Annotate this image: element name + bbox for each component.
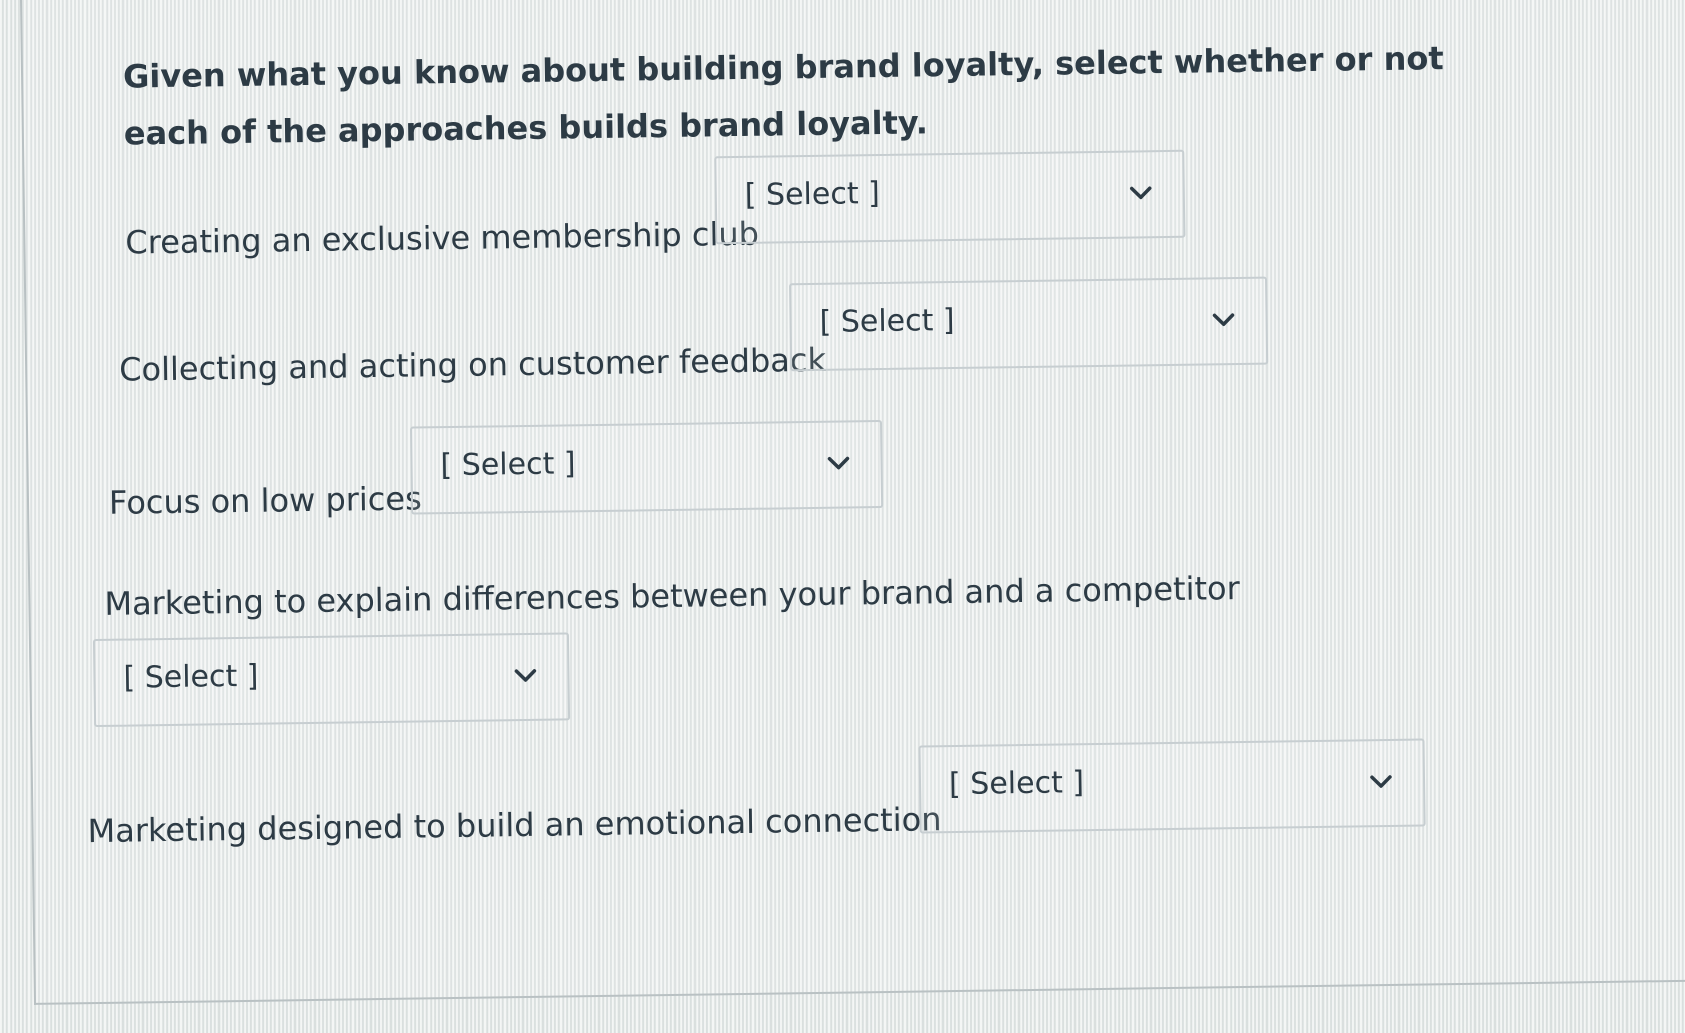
chevron-down-icon: [827, 456, 850, 470]
answer-select-membership-club[interactable]: [ Select ]: [714, 149, 1186, 245]
item-label: Marketing designed to build an emotional…: [87, 800, 942, 851]
select-value: [ Select ]: [440, 446, 576, 484]
select-value: [ Select ]: [948, 765, 1085, 803]
item-label: Marketing to explain differences between…: [104, 569, 1240, 623]
item-label: Collecting and acting on customer feedba…: [118, 340, 827, 389]
question-panel: Given what you know about building brand…: [20, 0, 1685, 1005]
select-value: [ Select ]: [744, 176, 881, 213]
item-label: Focus on low prices: [108, 479, 422, 522]
chevron-down-icon: [1370, 775, 1392, 788]
item-label: Creating an exclusive membership club: [125, 214, 760, 262]
answer-select-low-prices[interactable]: [ Select ]: [409, 420, 884, 515]
answer-select-competitor-differences[interactable]: [ Select ]: [92, 632, 571, 728]
chevron-down-icon: [1212, 313, 1235, 326]
select-value: [ Select ]: [819, 302, 955, 340]
question-text: Given what you know about building brand…: [122, 39, 1444, 153]
chevron-down-icon: [1129, 186, 1152, 200]
answer-select-customer-feedback[interactable]: [ Select ]: [789, 276, 1269, 372]
chevron-down-icon: [514, 669, 537, 682]
answer-select-emotional-connection[interactable]: [ Select ]: [918, 738, 1426, 834]
select-value: [ Select ]: [123, 658, 259, 696]
